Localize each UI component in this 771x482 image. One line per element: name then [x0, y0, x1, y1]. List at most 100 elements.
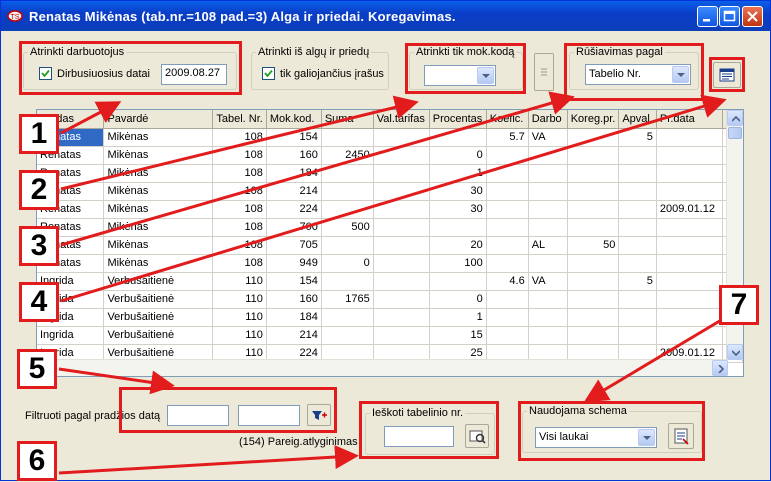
table-cell[interactable]: [321, 182, 374, 201]
column-header[interactable]: Pr.data: [656, 110, 723, 129]
table-cell[interactable]: [429, 128, 487, 147]
table-cell[interactable]: 100: [429, 254, 487, 273]
table-cell[interactable]: 108: [212, 236, 267, 255]
table-cell[interactable]: 108: [212, 164, 267, 183]
table-cell[interactable]: 1: [429, 308, 487, 327]
table-cell[interactable]: [618, 182, 657, 201]
table-cell[interactable]: [528, 326, 568, 345]
table-cell[interactable]: 700: [266, 218, 322, 237]
maximize-button[interactable]: [719, 6, 740, 27]
table-cell[interactable]: [486, 254, 529, 273]
table-cell[interactable]: 2009.01.12: [656, 200, 723, 219]
title-bar[interactable]: TS Renatas Mikėnas (tab.nr.=108 pad.=3) …: [1, 1, 770, 31]
table-row[interactable]: Renatas Mikėnas 108 160 2450 0: [37, 146, 743, 165]
table-cell[interactable]: [486, 146, 529, 165]
table-cell[interactable]: [656, 128, 723, 147]
table-cell[interactable]: [373, 290, 430, 309]
table-cell[interactable]: [373, 146, 430, 165]
table-cell[interactable]: [373, 272, 430, 291]
table-cell[interactable]: Mikėnas: [103, 200, 214, 219]
table-cell[interactable]: 214: [266, 182, 322, 201]
table-cell[interactable]: 705: [266, 236, 322, 255]
table-cell[interactable]: [373, 164, 430, 183]
table-cell[interactable]: 5: [618, 128, 657, 147]
table-cell[interactable]: 2450: [321, 146, 374, 165]
table-cell[interactable]: [567, 182, 620, 201]
column-header[interactable]: Pavardė: [103, 110, 214, 129]
column-header[interactable]: Darbo: [528, 110, 568, 129]
table-cell[interactable]: [656, 182, 723, 201]
table-cell[interactable]: [567, 128, 620, 147]
table-row[interactable]: Renatas Mikėnas 108 184 1: [37, 164, 743, 183]
close-button[interactable]: [742, 6, 763, 27]
table-cell[interactable]: [321, 308, 374, 327]
table-cell[interactable]: Verbušaitienė: [103, 326, 214, 345]
table-cell[interactable]: 160: [266, 146, 322, 165]
table-cell[interactable]: [373, 200, 430, 219]
table-cell[interactable]: [618, 236, 657, 255]
table-cell[interactable]: [528, 164, 568, 183]
table-cell[interactable]: [618, 146, 657, 165]
column-header[interactable]: Val.tarifas: [373, 110, 430, 129]
table-cell[interactable]: 0: [321, 254, 374, 273]
table-cell[interactable]: VA: [528, 128, 568, 147]
table-cell[interactable]: [567, 254, 620, 273]
table-cell[interactable]: Verbušaitienė: [103, 290, 214, 309]
table-cell[interactable]: [486, 236, 529, 255]
table-row[interactable]: RenatasMikėnas108224302009.01.1220: [37, 200, 743, 219]
table-cell[interactable]: [656, 272, 723, 291]
table-cell[interactable]: [618, 254, 657, 273]
table-cell[interactable]: [567, 326, 620, 345]
table-cell[interactable]: 20: [429, 236, 487, 255]
table-cell[interactable]: 160: [266, 290, 322, 309]
table-cell[interactable]: AL: [528, 236, 568, 255]
table-cell[interactable]: [528, 218, 568, 237]
table-cell[interactable]: [656, 236, 723, 255]
table-cell[interactable]: Mikėnas: [103, 236, 214, 255]
table-cell[interactable]: [373, 128, 430, 147]
table-cell[interactable]: [567, 272, 620, 291]
table-row[interactable]: Renatas Mikėnas 108 705 20 AL 50: [37, 236, 743, 255]
table-cell[interactable]: 184: [266, 308, 322, 327]
table-cell[interactable]: 154: [266, 128, 322, 147]
table-cell[interactable]: 110: [212, 290, 267, 309]
table-cell[interactable]: [528, 308, 568, 327]
column-header[interactable]: Apval.: [618, 110, 657, 129]
table-row[interactable]: Ingrida Verbušaitienė 110 214 15: [37, 326, 743, 345]
table-cell[interactable]: 108: [212, 146, 267, 165]
valid-only-checkbox[interactable]: [262, 67, 275, 80]
table-cell[interactable]: [486, 200, 529, 219]
table-cell[interactable]: [373, 218, 430, 237]
table-cell[interactable]: 110: [212, 308, 267, 327]
table-cell[interactable]: [373, 308, 430, 327]
table-cell[interactable]: [429, 272, 487, 291]
column-header[interactable]: Procentas: [429, 110, 487, 129]
table-cell[interactable]: [656, 290, 723, 309]
table-row[interactable]: Renatas Mikėnas 108 700 500: [37, 218, 743, 237]
table-cell[interactable]: [321, 326, 374, 345]
table-cell[interactable]: 500: [321, 218, 374, 237]
table-cell[interactable]: [567, 218, 620, 237]
table-cell[interactable]: [656, 254, 723, 273]
table-cell[interactable]: [321, 164, 374, 183]
table-cell[interactable]: [567, 290, 620, 309]
table-cell[interactable]: 184: [266, 164, 322, 183]
table-cell[interactable]: [567, 164, 620, 183]
minimize-button[interactable]: [697, 6, 718, 27]
scroll-down-button[interactable]: [727, 344, 743, 360]
table-cell[interactable]: Mikėnas: [103, 128, 214, 147]
table-cell[interactable]: 30: [429, 200, 487, 219]
scroll-up-button[interactable]: [727, 110, 743, 126]
table-cell[interactable]: [618, 326, 657, 345]
column-header[interactable]: Tabel. Nr.: [212, 110, 267, 129]
scroll-right-button[interactable]: [712, 360, 728, 376]
table-cell[interactable]: [321, 236, 374, 255]
table-cell[interactable]: [321, 272, 374, 291]
table-cell[interactable]: 110: [212, 326, 267, 345]
table-cell[interactable]: 4.6: [486, 272, 529, 291]
table-cell[interactable]: VA: [528, 272, 568, 291]
table-cell[interactable]: 0: [429, 146, 487, 165]
table-cell[interactable]: Mikėnas: [103, 182, 214, 201]
table-cell[interactable]: [373, 254, 430, 273]
table-cell[interactable]: [486, 182, 529, 201]
